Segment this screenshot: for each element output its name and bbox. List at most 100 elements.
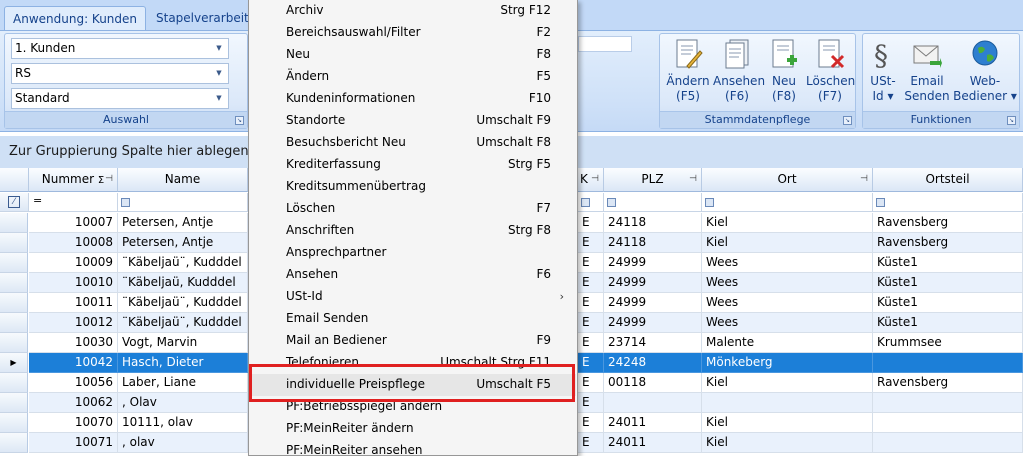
cell-nummer[interactable]: 10056 — [29, 373, 118, 393]
cell-plz[interactable]: 24999 — [604, 293, 702, 313]
search-field[interactable] — [578, 36, 632, 52]
cell-ort[interactable]: Wees — [702, 313, 873, 333]
pin-icon[interactable]: ⊣ — [591, 168, 599, 191]
filter-cell-nummer[interactable]: = — [29, 193, 118, 212]
cell-name[interactable]: ¨Käbeljaü, Kudddel — [118, 273, 248, 293]
cell-name[interactable]: , olav — [118, 433, 248, 453]
menu-item[interactable]: Bereichsauswahl/Filter F2 — [251, 22, 576, 44]
edit-button[interactable]: Ändern (F5) — [664, 37, 712, 109]
chevron-down-icon[interactable]: ▼ — [212, 64, 226, 83]
cell-name[interactable]: 10111, olav — [118, 413, 248, 433]
cell-ortsteil[interactable]: Küste1 — [873, 253, 1023, 273]
cell-plz[interactable] — [604, 393, 702, 413]
row-selector[interactable] — [0, 333, 28, 353]
menu-item[interactable]: Kundeninformationen F10 — [251, 88, 576, 110]
cell-ortsteil[interactable]: Küste1 — [873, 293, 1023, 313]
cell-name[interactable]: , Olav — [118, 393, 248, 413]
menu-item[interactable]: Archiv Strg F12 — [251, 0, 576, 22]
chevron-down-icon[interactable]: ▼ — [212, 39, 226, 58]
cell-k[interactable]: E — [578, 353, 604, 373]
cell-ortsteil[interactable] — [873, 393, 1023, 413]
cell-ort[interactable]: Wees — [702, 253, 873, 273]
menu-item[interactable]: Standorte Umschalt F9 — [251, 110, 576, 132]
pin-icon[interactable]: ⊣ — [860, 168, 868, 191]
menu-item[interactable]: Mail an Bediener F9 — [251, 330, 576, 352]
cell-plz[interactable]: 24118 — [604, 213, 702, 233]
row-selector[interactable] — [0, 433, 28, 453]
cell-ortsteil[interactable]: Krummsee — [873, 333, 1023, 353]
filter-cell-ort[interactable] — [702, 193, 873, 212]
menu-item[interactable]: Anschriften Strg F8 — [251, 220, 576, 242]
menu-item[interactable]: USt-Id › — [251, 286, 576, 308]
cell-plz[interactable]: 23714 — [604, 333, 702, 353]
row-selector[interactable] — [0, 393, 28, 413]
cell-k[interactable]: E — [578, 313, 604, 333]
pin-icon[interactable]: ⊣ — [689, 168, 697, 191]
tab-anwendung-kunden[interactable]: Anwendung: Kunden — [4, 6, 147, 31]
cell-name[interactable]: Petersen, Antje — [118, 213, 248, 233]
row-selector[interactable] — [0, 313, 28, 333]
ust-id-button[interactable]: § USt- Id ▾ — [860, 37, 906, 109]
menu-item[interactable]: Email Senden — [251, 308, 576, 330]
cell-ortsteil[interactable] — [873, 413, 1023, 433]
menu-item[interactable]: Neu F8 — [251, 44, 576, 66]
cell-k[interactable]: E — [578, 373, 604, 393]
cell-nummer[interactable]: 10071 — [29, 433, 118, 453]
filter-cell-ortsteil[interactable] — [873, 193, 1023, 212]
cell-ort[interactable]: Wees — [702, 293, 873, 313]
cell-k[interactable]: E — [578, 293, 604, 313]
cell-plz[interactable]: 24011 — [604, 433, 702, 453]
cell-name[interactable]: Vogt, Marvin — [118, 333, 248, 353]
cell-k[interactable]: E — [578, 233, 604, 253]
selection-combo-rs[interactable]: RS ▼ — [11, 63, 229, 84]
menu-item[interactable]: Kreditsummenübertrag — [251, 176, 576, 198]
cell-ort[interactable]: Kiel — [702, 233, 873, 253]
column-header-nummer[interactable]: Nummer Σ ⊣ — [29, 168, 118, 192]
row-selector[interactable] — [0, 413, 28, 433]
cell-ort[interactable]: Wees — [702, 273, 873, 293]
menu-item[interactable]: Krediterfassung Strg F5 — [251, 154, 576, 176]
cell-nummer[interactable]: 10008 — [29, 233, 118, 253]
menu-item[interactable]: Ansprechpartner — [251, 242, 576, 264]
column-header-k[interactable]: K ⊣ — [578, 168, 604, 192]
cell-k[interactable]: E — [578, 393, 604, 413]
cell-ortsteil[interactable] — [873, 353, 1023, 373]
dialog-launcher-icon[interactable]: ↘ — [1007, 116, 1016, 125]
cell-nummer[interactable]: 10062 — [29, 393, 118, 413]
cell-ortsteil[interactable]: Ravensberg — [873, 213, 1023, 233]
filter-cell-name[interactable] — [118, 193, 248, 212]
selection-combo-standard[interactable]: Standard ▼ — [11, 88, 229, 109]
menu-item[interactable]: Besuchsbericht Neu Umschalt F8 — [251, 132, 576, 154]
column-header-plz[interactable]: PLZ ⊣ — [604, 168, 702, 192]
cell-ortsteil[interactable]: Küste1 — [873, 273, 1023, 293]
delete-button[interactable]: Löschen (F7) — [806, 37, 855, 109]
cell-plz[interactable]: 24118 — [604, 233, 702, 253]
cell-ort[interactable]: Malente — [702, 333, 873, 353]
cell-name[interactable]: Petersen, Antje — [118, 233, 248, 253]
cell-plz[interactable]: 24248 — [604, 353, 702, 373]
web-bediener-button[interactable]: Web- Bediener ▾ — [952, 37, 1018, 109]
row-selector[interactable] — [0, 233, 28, 253]
cell-plz[interactable]: 24011 — [604, 413, 702, 433]
cell-plz[interactable]: 00118 — [604, 373, 702, 393]
cell-plz[interactable]: 24999 — [604, 313, 702, 333]
cell-k[interactable]: E — [578, 273, 604, 293]
column-header-ortsteil[interactable]: Ortsteil — [873, 168, 1023, 192]
menu-item[interactable]: PF:MeinReiter ändern — [251, 418, 576, 440]
selection-combo-kunden[interactable]: 1. Kunden ▼ — [11, 38, 229, 59]
menu-item[interactable]: Ansehen F6 — [251, 264, 576, 286]
cell-nummer[interactable]: 10009 — [29, 253, 118, 273]
cell-ortsteil[interactable]: Ravensberg — [873, 233, 1023, 253]
filter-edit-icon[interactable]: ⁄ — [8, 196, 20, 208]
cell-nummer[interactable]: 10042 — [29, 353, 118, 373]
cell-nummer[interactable]: 10010 — [29, 273, 118, 293]
dialog-launcher-icon[interactable]: ↘ — [235, 116, 244, 125]
filter-cell-k[interactable] — [578, 193, 604, 212]
cell-ortsteil[interactable]: Küste1 — [873, 313, 1023, 333]
cell-ort[interactable]: Kiel — [702, 433, 873, 453]
filter-cell-plz[interactable] — [604, 193, 702, 212]
cell-nummer[interactable]: 10011 — [29, 293, 118, 313]
column-header-name[interactable]: Name — [118, 168, 248, 192]
email-send-button[interactable]: Email Senden — [904, 37, 950, 109]
filter-operator-icon[interactable] — [705, 198, 714, 207]
